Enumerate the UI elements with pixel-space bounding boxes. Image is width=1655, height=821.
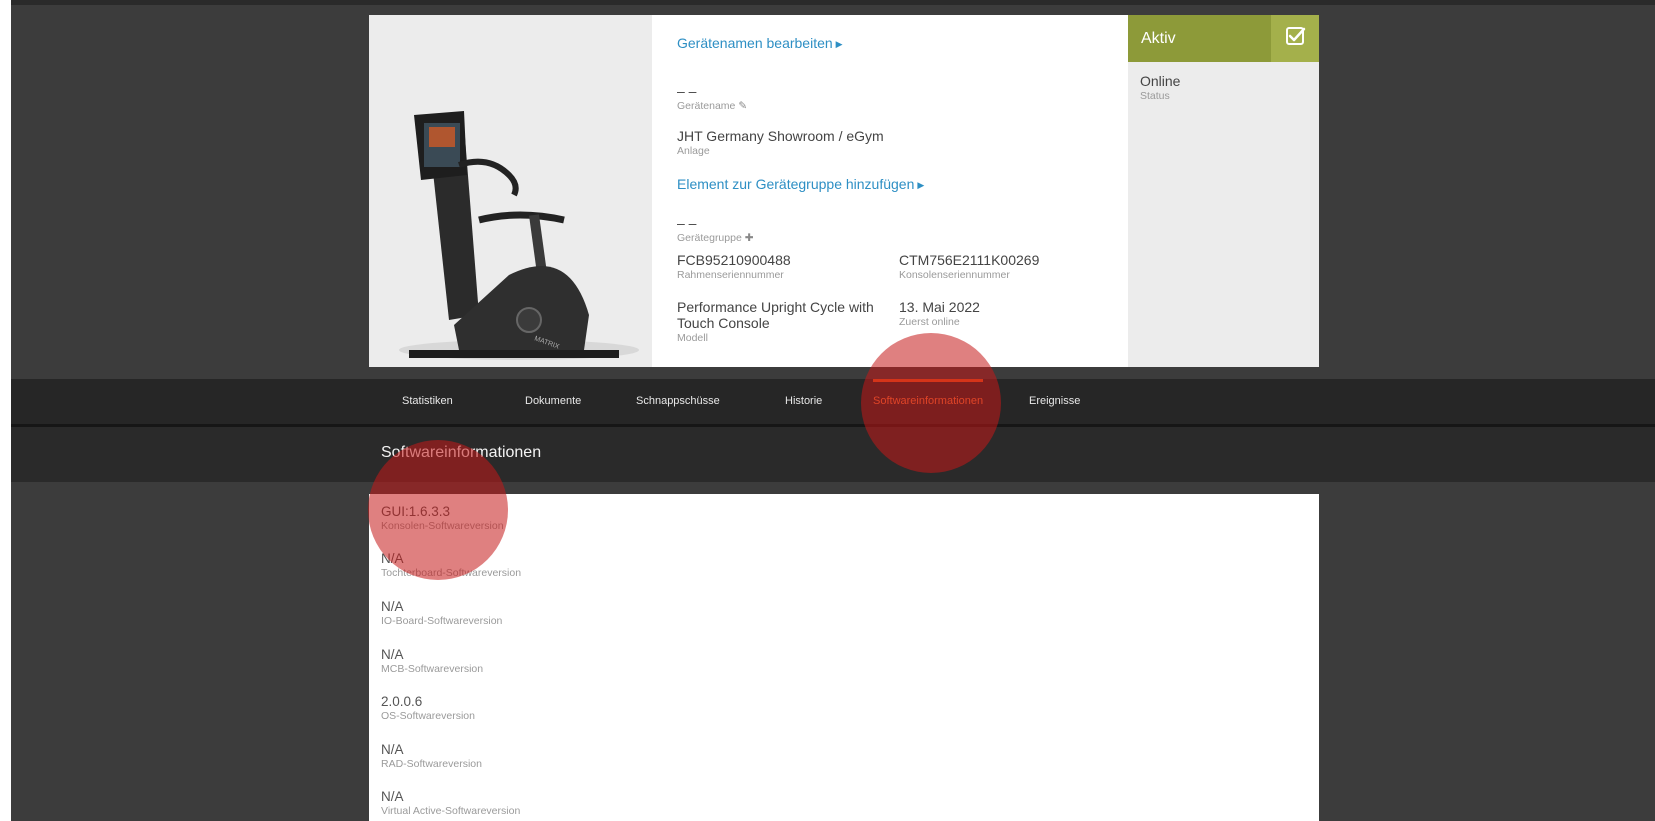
list-item: N/A Tochterboard-Softwareversion [381,551,521,580]
model-field: Performance Upright Cycle with Touch Con… [677,299,882,345]
list-item: 2.0.0.6 OS-Softwareversion [381,694,475,723]
software-version-value: N/A [381,742,404,757]
software-version-label: OS-Softwareversion [381,710,475,722]
software-version-label: Konsolen-Softwareversion [381,520,504,532]
software-version-label: Tochterboard-Softwareversion [381,567,522,579]
device-group-value: – – [677,215,697,231]
facility-field: JHT Germany Showroom / eGym Anlage [677,128,884,158]
edit-icon[interactable]: ✎ [738,99,747,113]
caret-right-icon: ▶ [917,180,925,190]
software-version-label: IO-Board-Softwareversion [381,615,503,627]
section-header: Softwareinformationen [11,427,1655,482]
edit-device-name-link[interactable]: Gerätenamen bearbeiten ▶ [677,35,843,51]
frame-serial-label: Rahmenseriennummer [677,269,784,281]
active-status-badge: Aktiv [1128,15,1271,62]
first-online-value: 13. Mai 2022 [899,299,980,315]
online-status-field: Online Status [1140,73,1180,103]
section-title: Softwareinformationen [381,444,542,461]
plus-icon[interactable]: ✚ [745,231,754,245]
device-name-field: – – Gerätename ✎ [677,83,747,113]
software-version-value: N/A [381,551,404,566]
top-bar [11,0,1655,5]
online-status-value: Online [1140,73,1181,89]
first-online-field: 13. Mai 2022 Zuerst online [899,299,980,329]
software-version-label: MCB-Softwareversion [381,663,484,675]
tab-softwareinformationen[interactable]: Softwareinformationen [873,379,984,424]
caret-right-icon: ▶ [835,39,843,49]
tab-bar: Statistiken Dokumente Schnappschüsse His… [11,379,1655,424]
first-online-label: Zuerst online [899,316,960,328]
device-group-field: – – Gerätegruppe ✚ [677,215,754,245]
online-status-label: Status [1140,90,1170,102]
device-name-label: Gerätename [677,100,736,112]
software-version-label: Virtual Active-Softwareversion [381,805,521,817]
window-left-edge [0,0,11,821]
device-card: MATRIX Gerätenamen bearbeiten ▶ – – Gerät… [369,15,1319,367]
console-serial-label: Konsolenseriennummer [899,269,1010,281]
frame-serial-field: FCB95210900488 Rahmenseriennummer [677,252,791,282]
device-group-label: Gerätegruppe [677,232,742,244]
software-version-value: 2.0.0.6 [381,694,423,709]
facility-label: Anlage [677,145,710,157]
frame-serial-value: FCB95210900488 [677,252,791,268]
list-item: N/A MCB-Softwareversion [381,647,483,676]
list-item: N/A RAD-Softwareversion [381,742,482,771]
active-checkbox[interactable] [1271,15,1319,62]
tab-statistiken[interactable]: Statistiken [402,379,453,424]
list-item: GUI:1.6.3.3 Konsolen-Softwareversion [381,504,504,533]
device-image: MATRIX [369,15,652,367]
software-version-value: N/A [381,599,404,614]
model-value: Performance Upright Cycle with Touch Con… [677,299,874,331]
device-info: Gerätenamen bearbeiten ▶ – – Gerätename ✎ … [652,15,1097,367]
add-to-group-link[interactable]: Element zur Gerätegruppe hinzufügen ▶ [677,176,924,192]
tab-schnappschuesse[interactable]: Schnappschüsse [636,379,720,424]
list-item: N/A IO-Board-Softwareversion [381,599,502,628]
device-name-value: – – [677,83,697,99]
console-serial-field: CTM756E2111K00269 Konsolenseriennummer [899,252,1039,282]
software-info-list: GUI:1.6.3.3 Konsolen-Softwareversion N/A… [369,494,1319,821]
list-item: N/A Virtual Active-Softwareversion [381,789,520,818]
tab-ereignisse[interactable]: Ereignisse [1029,379,1080,424]
model-label: Modell [677,332,708,344]
add-to-group-label: Element zur Gerätegruppe hinzufügen [677,176,915,192]
software-version-value: N/A [381,789,404,804]
software-version-label: RAD-Softwareversion [381,758,482,770]
tab-dokumente[interactable]: Dokumente [525,379,581,424]
facility-value: JHT Germany Showroom / eGym [677,128,884,144]
software-version-value: GUI:1.6.3.3 [381,504,451,519]
console-serial-value: CTM756E2111K00269 [899,252,1040,268]
checkbox-checked-icon [1286,27,1306,45]
status-panel: Aktiv Online Status [1128,15,1319,367]
software-version-value: N/A [381,647,404,662]
tab-historie[interactable]: Historie [785,379,822,424]
edit-device-name-label: Gerätenamen bearbeiten [677,35,833,51]
